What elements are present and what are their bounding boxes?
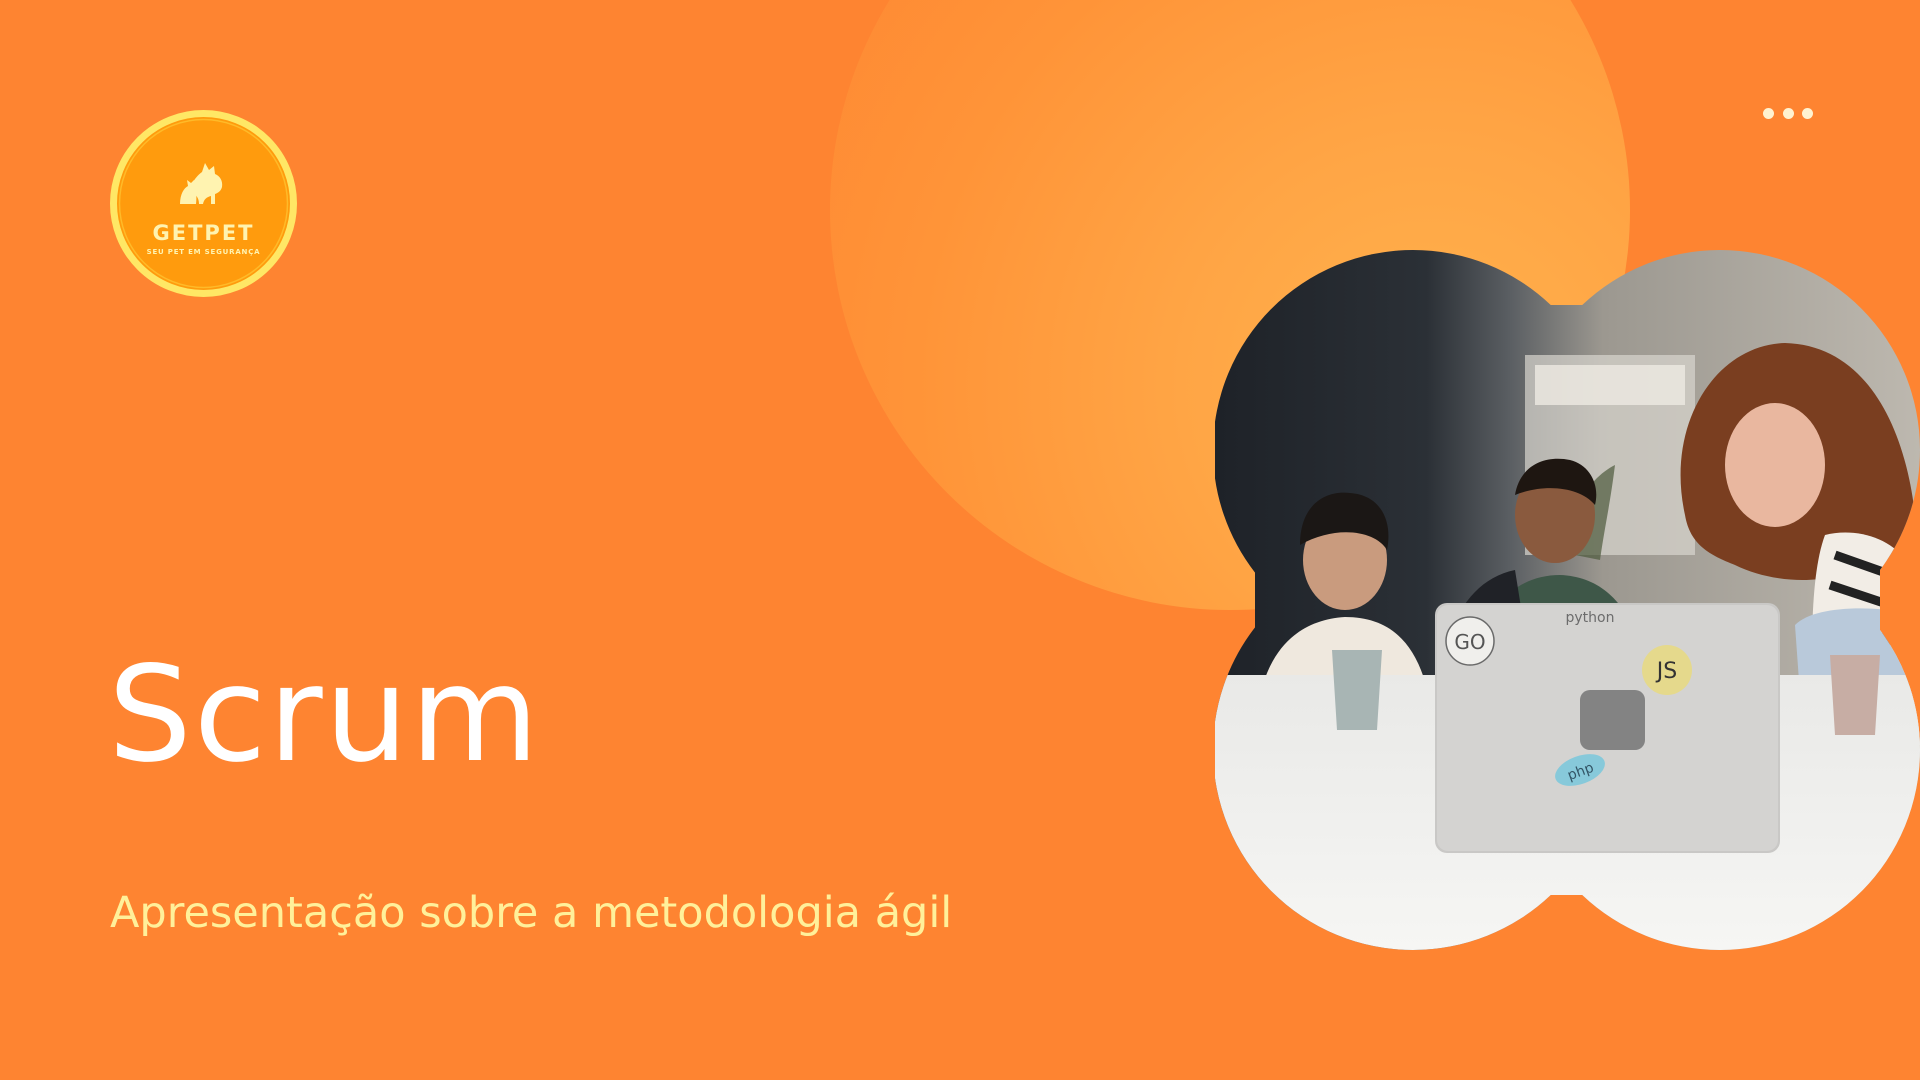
python-sticker-text: python [1566,610,1615,626]
more-dot [1763,107,1774,119]
getpet-logo: GETPET SEU PET EM SEGURANÇA [110,110,297,297]
more-dot [1802,107,1813,119]
slide-title: Scrum [108,638,541,792]
more-dot [1782,107,1794,119]
more-options-button[interactable] [1763,102,1813,124]
team-meeting-photo: GO python JS php [1215,250,1920,950]
slide-subtitle: Apresentação sobre a metodologia ágil [110,888,953,938]
js-sticker-text: JS [1655,659,1677,684]
slide: GETPET SEU PET EM SEGURANÇA Scrum Aprese… [0,0,1920,1080]
go-sticker-text: GO [1454,630,1485,654]
logo-brand-text: GETPET [153,221,255,245]
logo-tagline-text: SEU PET EM SEGURANÇA [147,248,261,256]
